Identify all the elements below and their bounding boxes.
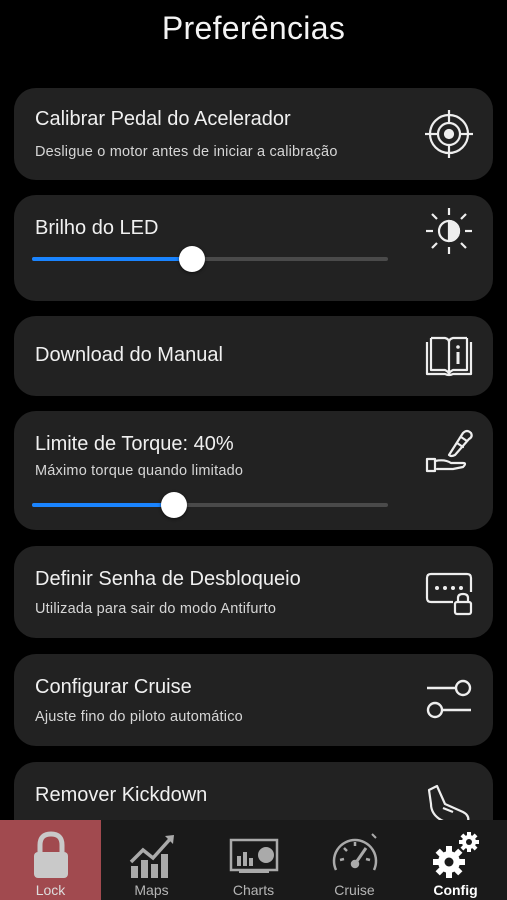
- page-title: Preferências: [161, 10, 346, 46]
- slider-fill: [32, 503, 175, 507]
- unlock-password-subtitle: Utilizada para sair do modo Antifurto: [35, 601, 277, 617]
- gears-icon: [431, 830, 481, 880]
- remove-kickdown-card[interactable]: Remover Kickdown: [14, 762, 493, 820]
- tab-cruise-label: Cruise: [334, 882, 375, 898]
- tab-maps-label: Maps: [134, 882, 169, 898]
- trend-chart-icon: [127, 830, 177, 880]
- tab-charts[interactable]: Charts: [203, 820, 304, 900]
- unlock-password-card[interactable]: Definir Senha de Desbloqueio Utilizada p…: [14, 546, 493, 638]
- slider-thumb[interactable]: [179, 246, 206, 272]
- slider-fill: [32, 257, 193, 261]
- slider-thumb[interactable]: [161, 492, 188, 518]
- tab-config[interactable]: Config: [405, 820, 506, 900]
- preferences-scroll-view[interactable]: Preferências Calibrar Pedal do Acelerado…: [0, 0, 507, 820]
- configure-cruise-card[interactable]: Configurar Cruise Ajuste fino do piloto …: [14, 654, 493, 746]
- sliders-icon: [423, 674, 475, 726]
- download-manual-card[interactable]: Download do Manual: [14, 316, 493, 396]
- tab-bar: Lock Maps Charts Cruise Config: [0, 820, 507, 900]
- crosshair-icon: [423, 108, 475, 160]
- unlock-password-title: Definir Senha de Desbloqueio: [35, 568, 301, 590]
- torque-limit-card: Limite de Torque: 40% Máximo torque quan…: [14, 411, 493, 530]
- password-lock-icon: [423, 566, 475, 618]
- book-info-icon: [423, 330, 475, 382]
- brightness-icon: [423, 205, 475, 257]
- tab-cruise[interactable]: Cruise: [304, 820, 405, 900]
- configure-cruise-title: Configurar Cruise: [35, 676, 192, 698]
- led-brightness-slider[interactable]: [32, 246, 388, 272]
- lock-icon: [26, 830, 76, 880]
- torque-limit-title: Limite de Torque: 40%: [35, 433, 234, 455]
- led-brightness-card: Brilho do LED: [14, 195, 493, 301]
- calibrate-pedal-title: Calibrar Pedal do Acelerador: [35, 108, 291, 130]
- torque-limit-subtitle: Máximo torque quando limitado: [35, 463, 244, 479]
- tab-maps[interactable]: Maps: [101, 820, 202, 900]
- dashboard-chart-icon: [229, 830, 279, 880]
- torque-limit-slider[interactable]: [32, 492, 388, 518]
- calibrate-pedal-card[interactable]: Calibrar Pedal do Acelerador Desligue o …: [14, 88, 493, 180]
- tab-config-label: Config: [433, 882, 478, 898]
- foot-pedal-icon: [423, 425, 475, 477]
- remove-kickdown-title: Remover Kickdown: [35, 784, 208, 806]
- configure-cruise-subtitle: Ajuste fino do piloto automático: [35, 709, 243, 725]
- tab-lock[interactable]: Lock: [0, 820, 101, 900]
- foot-icon: [423, 782, 475, 820]
- led-brightness-title: Brilho do LED: [35, 217, 159, 239]
- calibrate-pedal-subtitle: Desligue o motor antes de iniciar a cali…: [35, 144, 338, 160]
- download-manual-title: Download do Manual: [35, 344, 223, 366]
- speedometer-icon: [330, 830, 380, 880]
- tab-charts-label: Charts: [232, 882, 275, 898]
- tab-lock-label: Lock: [35, 882, 66, 898]
